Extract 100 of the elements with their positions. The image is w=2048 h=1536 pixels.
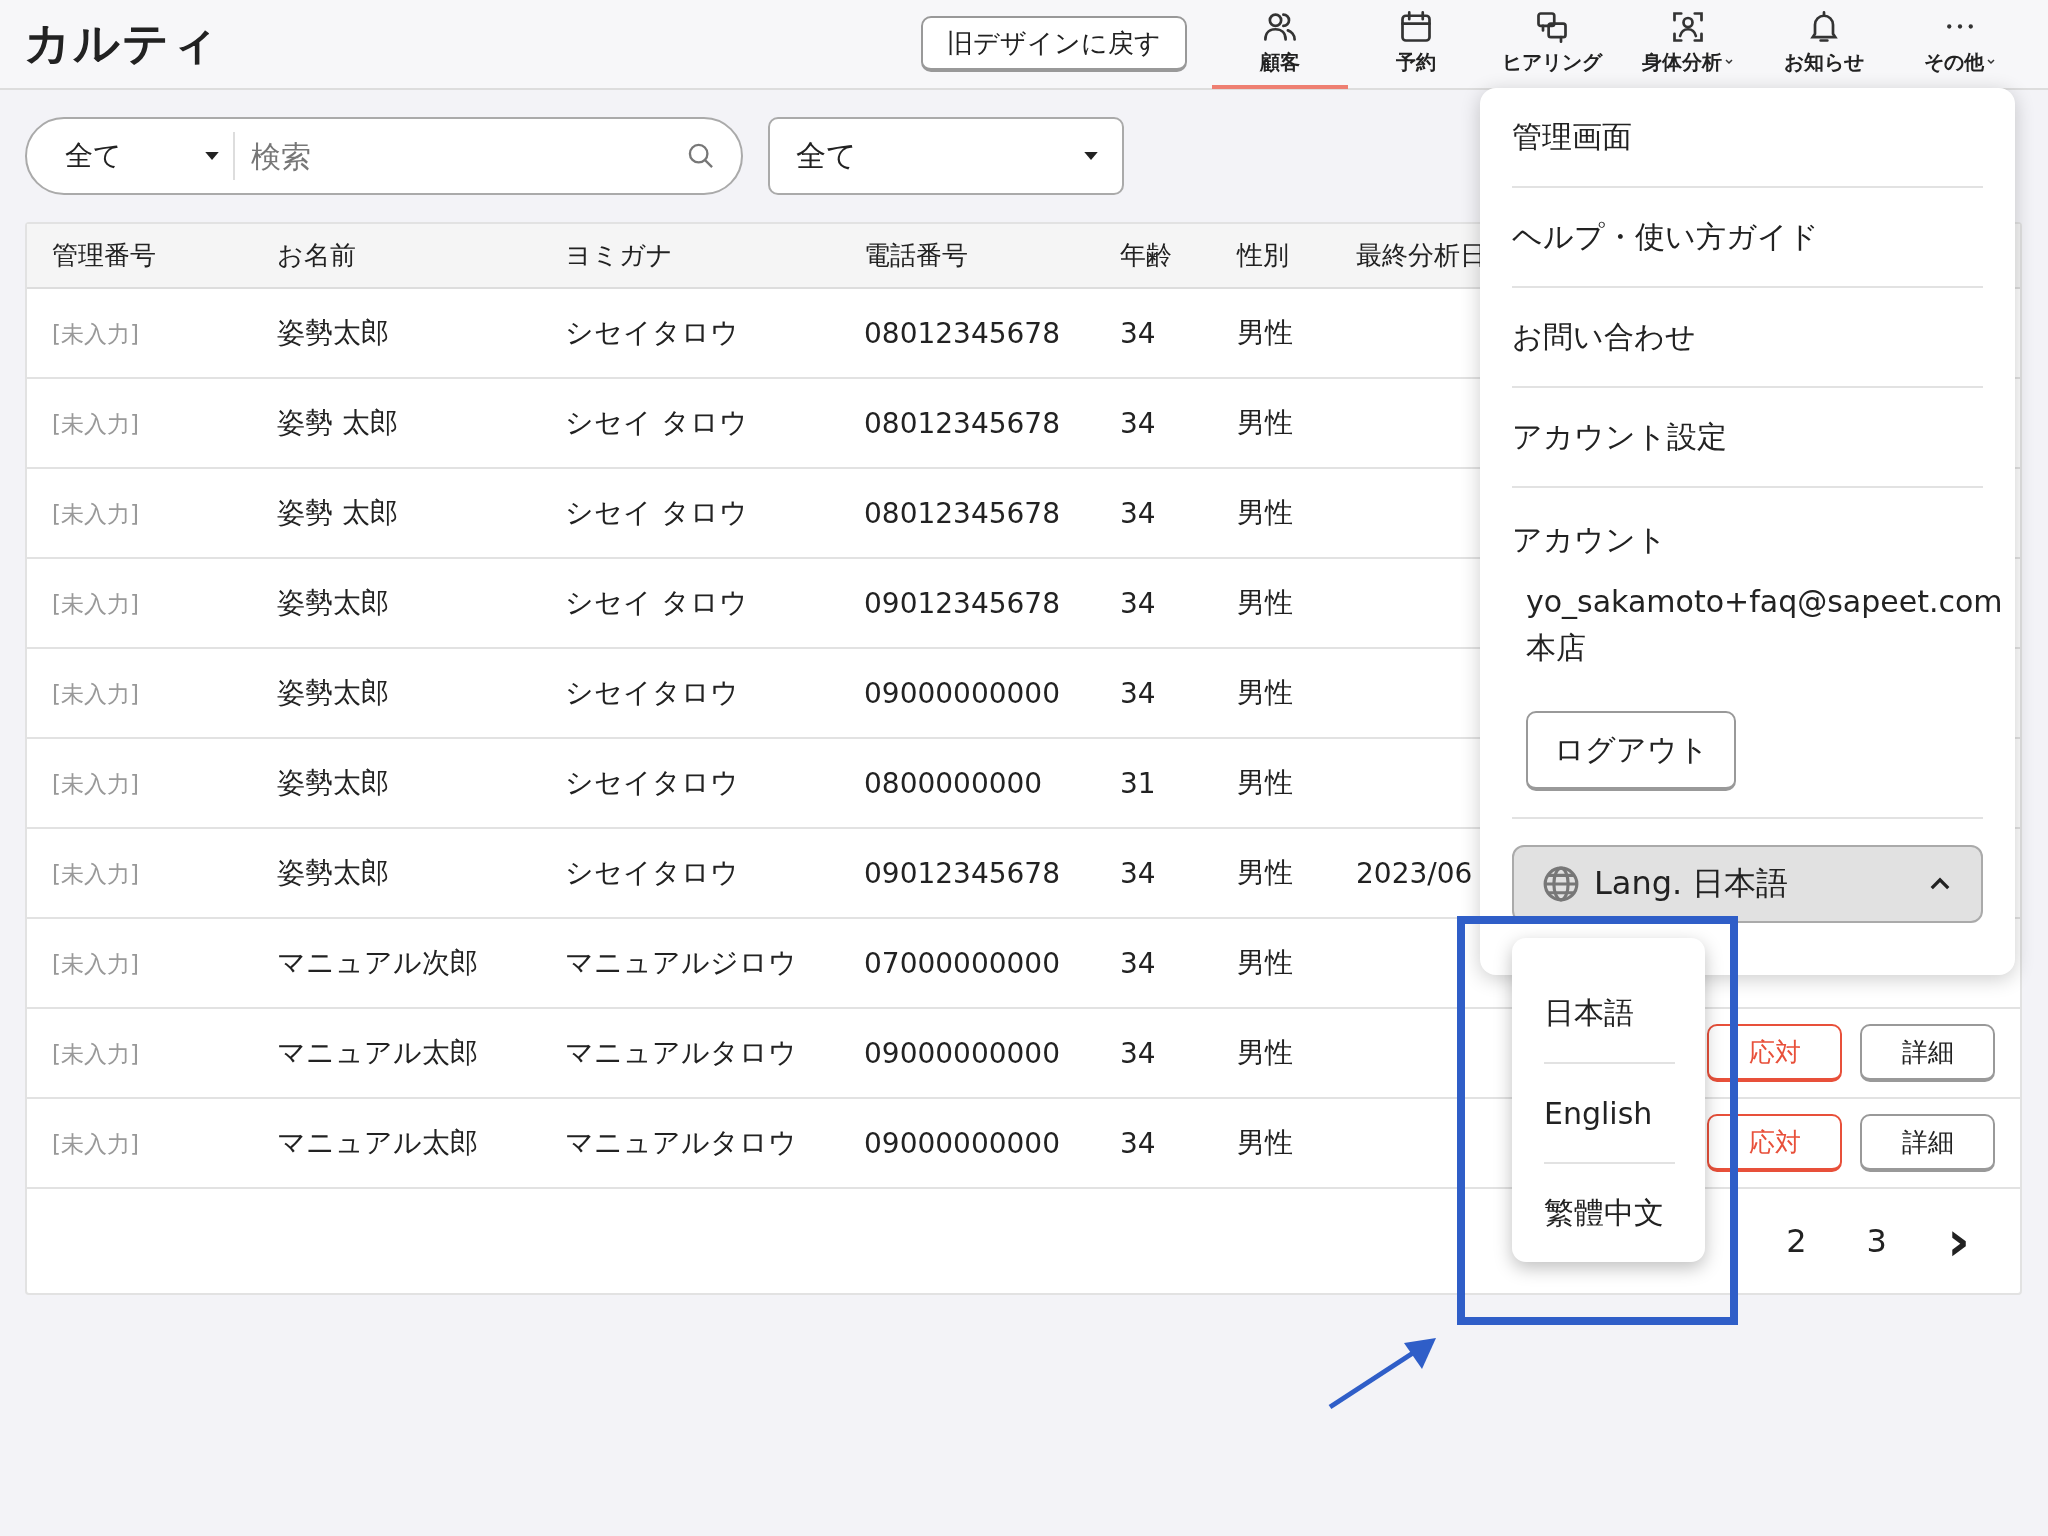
table-cell: 07000000000	[864, 946, 1060, 980]
language-option[interactable]: 繁體中文	[1544, 1192, 1664, 1234]
language-option[interactable]: English	[1544, 1095, 1653, 1131]
nav-tab[interactable]: 予約	[1348, 0, 1484, 89]
account-heading: アカウント	[1512, 521, 1667, 559]
table-cell: シセイ タロウ	[565, 496, 748, 529]
nav-tab[interactable]: 顧客	[1212, 0, 1348, 89]
table-cell: 34	[1120, 1126, 1156, 1160]
table-cell: 34	[1120, 586, 1156, 620]
scope-dropdown[interactable]: 全て	[65, 132, 235, 180]
column-header: 性別	[1237, 239, 1290, 272]
respond-button[interactable]: 応対	[1707, 1024, 1842, 1082]
table-cell: 34	[1120, 406, 1156, 440]
column-header: 年齢	[1120, 239, 1173, 272]
table-cell: シセイタロウ	[565, 316, 739, 349]
table-cell: 08012345678	[864, 316, 1060, 350]
table-cell: 09012345678	[864, 586, 1060, 620]
old-design-button[interactable]: 旧デザインに戻す	[921, 16, 1187, 72]
logo: カルティ	[24, 15, 220, 72]
table-cell: 31	[1120, 766, 1156, 800]
table-cell: シセイ タロウ	[565, 586, 748, 619]
nav-tab[interactable]: ヒアリング	[1484, 0, 1620, 89]
menu-item[interactable]: 管理画面	[1512, 116, 1632, 158]
table-cell: 男性	[1237, 316, 1293, 349]
menu-item[interactable]: ヘルプ・使い方ガイド	[1512, 216, 1819, 258]
filter-dropdown[interactable]: 全て	[768, 117, 1124, 195]
column-header: 管理番号	[52, 239, 157, 272]
table-cell: シセイタロウ	[565, 856, 739, 889]
table-cell: [未入力]	[52, 591, 139, 617]
language-option[interactable]: 日本語	[1544, 992, 1634, 1034]
globe-icon	[1542, 865, 1580, 903]
details-button[interactable]: 詳細	[1860, 1024, 1995, 1082]
column-header: お名前	[277, 239, 357, 272]
table-cell: [未入力]	[52, 501, 139, 527]
table-cell: 09012345678	[864, 856, 1060, 890]
page-link[interactable]: 2	[1786, 1222, 1807, 1260]
next-page-button[interactable]: ›	[1946, 1213, 1970, 1269]
table-cell: マニュアルタロウ	[565, 1036, 797, 1069]
search-icon	[687, 142, 715, 170]
table-cell: シセイタロウ	[565, 766, 739, 799]
table-cell: 0800000000	[864, 766, 1043, 800]
account-email: yo_sakamoto+faq@sapeet.com	[1525, 583, 2003, 621]
table-cell: [未入力]	[52, 681, 139, 707]
dropdown-triangle-icon	[205, 151, 219, 161]
table-cell: 08012345678	[864, 496, 1060, 530]
table-cell: マニュアル次郎	[277, 946, 478, 979]
caret-icon	[1986, 57, 1996, 67]
table-cell: 男性	[1237, 496, 1293, 529]
more-icon	[1946, 22, 1974, 30]
page-link[interactable]: 3	[1866, 1222, 1887, 1260]
nav-tab[interactable]: その他	[1892, 0, 2028, 89]
table-cell: 男性	[1237, 676, 1293, 709]
table-cell: 09000000000	[864, 1036, 1060, 1070]
table-cell: 姿勢太郎	[277, 676, 389, 709]
table-cell: 男性	[1237, 946, 1293, 979]
table-cell: 08012345678	[864, 406, 1060, 440]
table-cell: 2023/06	[1356, 856, 1473, 890]
table-cell: シセイ タロウ	[565, 406, 748, 439]
table-cell: 34	[1120, 856, 1156, 890]
dropdown-triangle-icon	[1084, 151, 1098, 161]
table-cell: 男性	[1237, 856, 1293, 889]
nav-tab[interactable]: お知らせ	[1756, 0, 1892, 89]
column-header: ヨミガナ	[565, 239, 674, 272]
table-cell: マニュアル太郎	[277, 1126, 478, 1159]
table-cell: 男性	[1237, 1126, 1293, 1159]
table-cell: 姿勢太郎	[277, 316, 389, 349]
table-cell: シセイタロウ	[565, 676, 739, 709]
table-cell: [未入力]	[52, 1041, 139, 1067]
table-cell: [未入力]	[52, 861, 139, 887]
table-cell: 男性	[1237, 1036, 1293, 1069]
caret-icon	[1724, 57, 1734, 67]
table-cell: [未入力]	[52, 1131, 139, 1157]
table-cell: 09000000000	[864, 1126, 1060, 1160]
table-cell: マニュアルタロウ	[565, 1126, 797, 1159]
table-cell: 姿勢 太郎	[277, 406, 398, 439]
respond-button[interactable]: 応対	[1707, 1114, 1842, 1172]
table-cell: 34	[1120, 676, 1156, 710]
table-cell: 姿勢 太郎	[277, 496, 398, 529]
table-cell: 男性	[1237, 406, 1293, 439]
table-cell: マニュアルジロウ	[565, 946, 797, 979]
table-cell: 男性	[1237, 586, 1293, 619]
menu-item[interactable]: アカウント設定	[1512, 416, 1727, 458]
table-cell: 34	[1120, 1036, 1156, 1070]
nav-tab[interactable]: 身体分析	[1620, 0, 1756, 89]
logout-button[interactable]: ログアウト	[1526, 711, 1736, 791]
column-header: 電話番号	[864, 239, 969, 272]
table-cell: [未入力]	[52, 771, 139, 797]
menu-item[interactable]: お問い合わせ	[1512, 316, 1696, 358]
caret-icon	[1929, 877, 1951, 891]
search-field[interactable]: 全て 検索	[25, 117, 743, 195]
table-cell: 姿勢太郎	[277, 766, 389, 799]
table-cell: [未入力]	[52, 321, 139, 347]
calendar-icon	[1398, 8, 1434, 45]
table-cell: 09000000000	[864, 676, 1060, 710]
table-cell: マニュアル太郎	[277, 1036, 478, 1069]
table-cell: 34	[1120, 316, 1156, 350]
table-cell: [未入力]	[52, 951, 139, 977]
store-name: 本店	[1525, 629, 1586, 667]
details-button[interactable]: 詳細	[1860, 1114, 1995, 1172]
language-select[interactable]: Lang. 日本語	[1512, 845, 1983, 923]
